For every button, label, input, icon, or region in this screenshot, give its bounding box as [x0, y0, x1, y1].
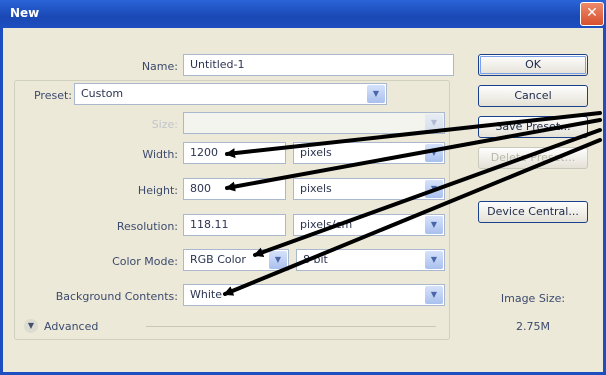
arrow-to-color-mode [253, 128, 602, 257]
arrow-to-height [225, 118, 602, 192]
arrow-to-width [225, 111, 602, 159]
arrow-to-background [223, 138, 602, 296]
annotation-arrows [223, 111, 602, 296]
